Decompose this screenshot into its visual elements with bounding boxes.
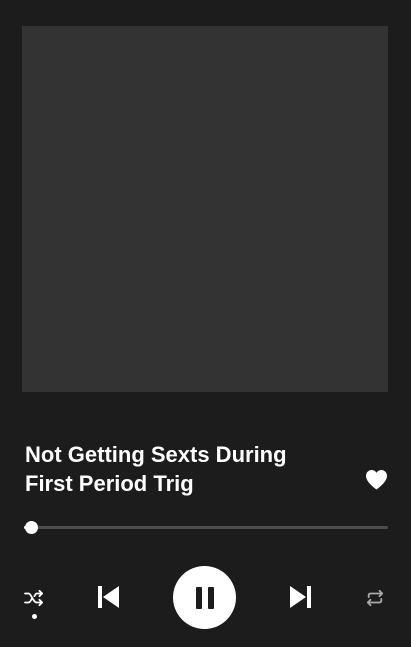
play-pause-button[interactable] bbox=[173, 566, 236, 629]
skip-previous-icon bbox=[98, 586, 119, 608]
pause-icon bbox=[195, 586, 214, 609]
heart-icon bbox=[365, 469, 387, 490]
repeat-button[interactable] bbox=[363, 586, 387, 610]
like-button[interactable] bbox=[363, 466, 389, 492]
progress-bar[interactable] bbox=[24, 518, 388, 536]
shuffle-button[interactable] bbox=[22, 586, 46, 610]
progress-track bbox=[24, 526, 388, 529]
previous-track-button[interactable] bbox=[94, 583, 122, 611]
next-track-button[interactable] bbox=[287, 583, 315, 611]
progress-knob[interactable] bbox=[25, 521, 39, 534]
repeat-icon bbox=[366, 589, 384, 607]
album-art bbox=[22, 26, 388, 392]
track-title: Not Getting Sexts During First Period Tr… bbox=[25, 442, 287, 496]
skip-next-icon bbox=[290, 586, 311, 608]
shuffle-active-indicator bbox=[32, 614, 37, 619]
shuffle-icon bbox=[24, 589, 43, 607]
